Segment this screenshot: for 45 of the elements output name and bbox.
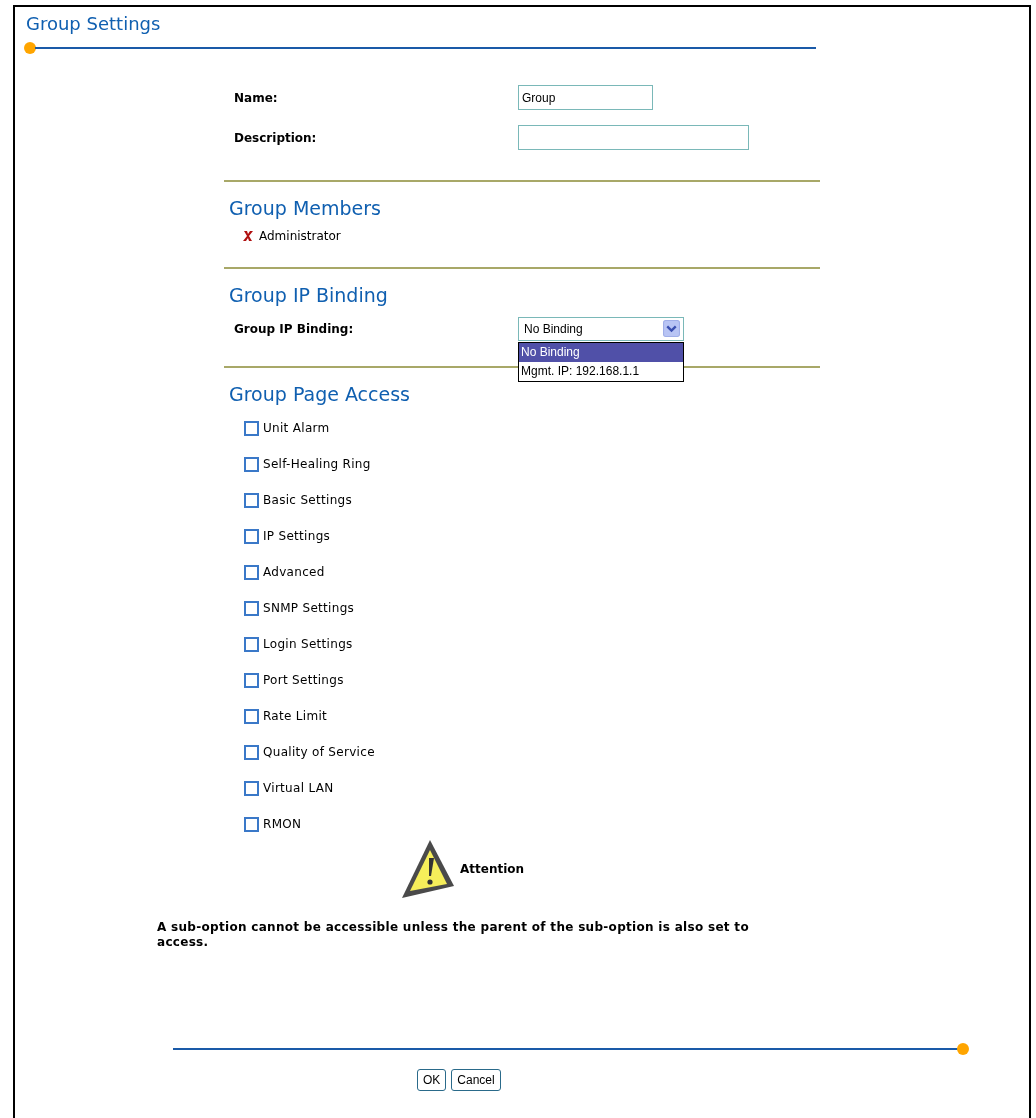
checkbox[interactable] [244, 636, 259, 652]
checkbox-label: Unit Alarm [263, 421, 330, 435]
checkbox[interactable] [244, 528, 259, 544]
checkbox-label: Rate Limit [263, 709, 328, 723]
checkbox[interactable] [244, 708, 259, 724]
field-label: Name: [233, 90, 279, 105]
input-field[interactable] [518, 125, 749, 150]
dropdown-option[interactable]: Mgmt. IP: 192.168.1.1 [519, 361, 683, 381]
field-label: Description: [233, 130, 318, 145]
attention-message: A sub-option cannot be accessible unless the parent of the sub-option is also set to access. [157, 920, 750, 950]
checkbox[interactable] [244, 456, 259, 472]
field-label: Group IP Binding: [233, 321, 355, 336]
checkbox-label: Login Settings [263, 637, 353, 651]
checkbox-label: SNMP Settings [263, 601, 355, 615]
checkbox-label: RMON [263, 817, 302, 831]
checkbox[interactable] [244, 492, 259, 508]
dropdown-field[interactable]: No Binding [518, 316, 684, 341]
checkbox[interactable] [244, 816, 259, 832]
checkbox-label: Quality of Service [263, 745, 375, 759]
rule-knob [957, 1043, 969, 1055]
checkbox[interactable] [244, 744, 259, 760]
checkbox[interactable] [244, 600, 259, 616]
checkbox-label: Self-Healing Ring [263, 457, 371, 471]
checkbox-label: Virtual LAN [263, 781, 334, 795]
checkbox-label: Port Settings [263, 673, 344, 687]
attention-title: Attention [460, 862, 525, 876]
checkbox[interactable] [244, 780, 259, 796]
ok-button[interactable]: OK [417, 1069, 447, 1091]
section-heading: Group IP Binding [228, 283, 388, 308]
cancel-button[interactable]: Cancel [451, 1069, 501, 1091]
member-name: Administrator [259, 229, 341, 243]
dropdown-option[interactable]: No Binding [519, 342, 683, 362]
rule-knob [24, 42, 36, 54]
section-heading: Group Members [228, 196, 381, 221]
checkbox[interactable] [244, 420, 259, 436]
remove-icon[interactable] [243, 230, 253, 242]
chevron-down-icon [663, 320, 680, 337]
checkbox-label: Basic Settings [263, 493, 352, 507]
page-title: Group Settings [26, 12, 161, 36]
input-field[interactable]: Group [518, 85, 653, 110]
checkbox[interactable] [244, 564, 259, 580]
checkbox[interactable] [244, 672, 259, 688]
section-heading: Group Page Access [228, 382, 410, 407]
checkbox-label: IP Settings [263, 529, 331, 543]
checkbox-label: Advanced [263, 565, 325, 579]
